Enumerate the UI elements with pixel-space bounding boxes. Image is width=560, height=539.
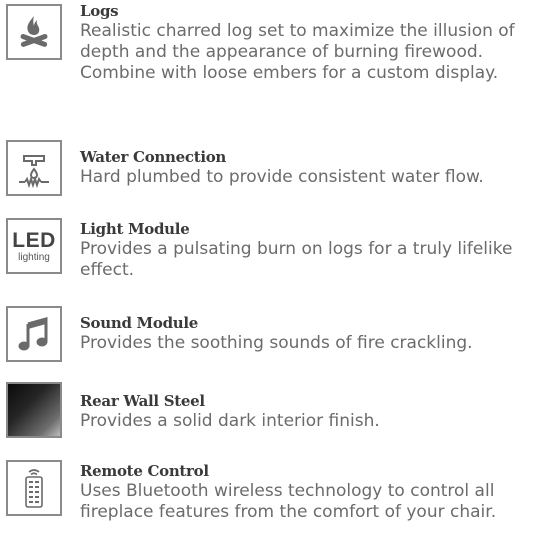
- feature-description: Provides a pulsating burn on logs for a …: [80, 239, 513, 280]
- feature-title: Light Module: [80, 220, 190, 238]
- feature-description: Realistic charred log set to maximize th…: [80, 21, 515, 83]
- water-faucet-icon: [6, 140, 62, 196]
- lighting-icon-text: lighting: [18, 251, 50, 263]
- feature-description: Hard plumbed to provide consistent water…: [80, 167, 484, 187]
- feature-title: Rear Wall Steel: [80, 392, 205, 410]
- music-note-icon: [6, 306, 62, 362]
- feature-title: Water Connection: [80, 148, 227, 166]
- feature-description: Uses Bluetooth wireless technology to co…: [80, 481, 497, 522]
- campfire-icon: [6, 4, 62, 60]
- feature-title: Remote Control: [80, 462, 209, 480]
- dark-steel-swatch-icon: [6, 382, 62, 438]
- feature-title: Sound Module: [80, 314, 199, 332]
- led-lighting-icon: LED lighting: [6, 218, 62, 274]
- feature-description: Provides a solid dark interior finish.: [80, 411, 380, 431]
- feature-description: Provides the soothing sounds of fire cra…: [80, 333, 473, 353]
- feature-title: Logs: [80, 2, 119, 20]
- remote-control-icon: [6, 460, 62, 516]
- led-icon-text: LED: [12, 228, 56, 252]
